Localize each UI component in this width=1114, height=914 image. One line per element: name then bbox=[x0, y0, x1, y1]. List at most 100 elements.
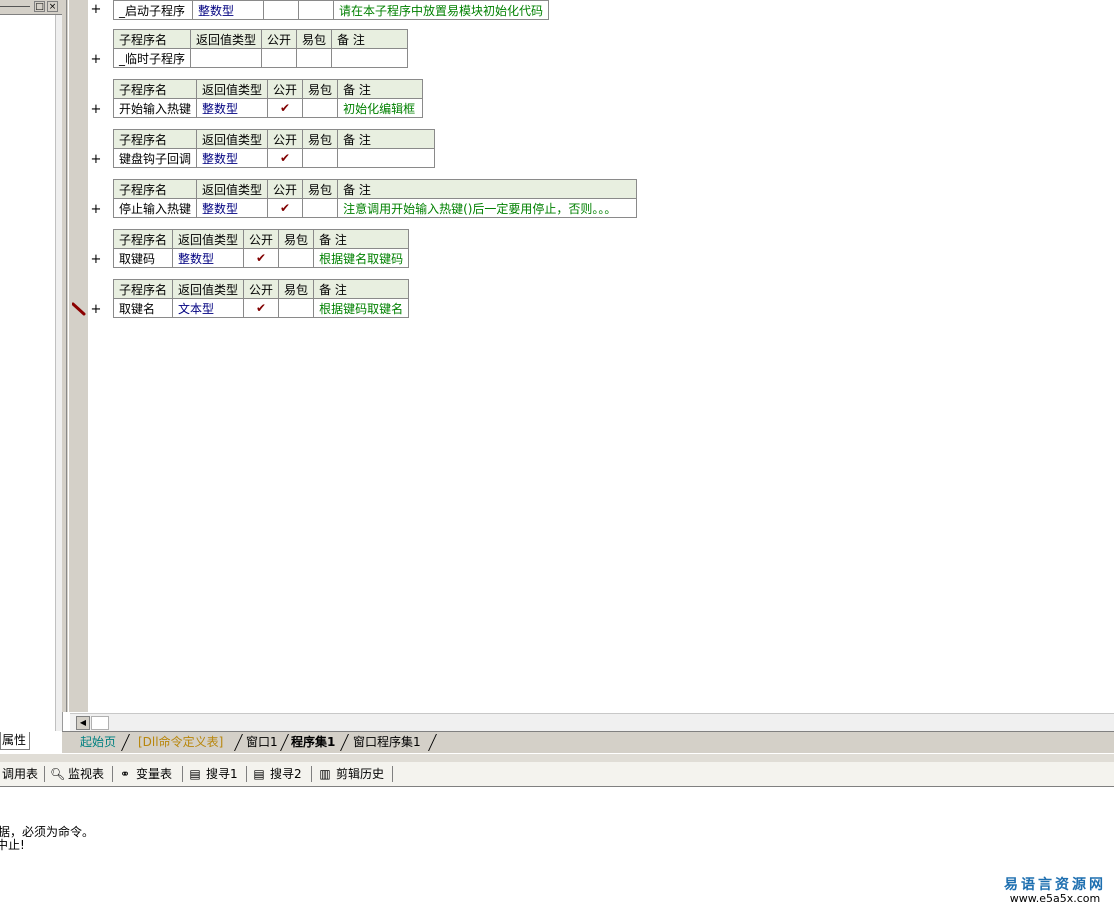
public-check-icon[interactable]: ✔ bbox=[267, 198, 304, 218]
variable-table-tab[interactable]: ⚭ 变量表 bbox=[118, 765, 172, 783]
note-cell[interactable]: 注意调用开始输入热键()后一定要用停止，否则。。。 bbox=[337, 198, 638, 218]
table-row[interactable]: 键盘钩子回调 整数型 ✔ bbox=[112, 148, 436, 168]
close-button[interactable]: × bbox=[47, 1, 58, 12]
public-check-icon[interactable]: ✔ bbox=[243, 248, 280, 268]
gutter-divider-highlight bbox=[68, 0, 69, 712]
table-row[interactable]: 停止输入热键 整数型 ✔ 注意调用开始输入热键()后一定要用停止，否则。。。 bbox=[112, 198, 638, 218]
note-cell[interactable]: 根据键名取键码 bbox=[313, 248, 410, 268]
package-cell[interactable] bbox=[302, 98, 339, 118]
header-note: 备 注 bbox=[313, 229, 410, 249]
left-panel-scrollbar[interactable] bbox=[55, 15, 62, 731]
return-type-cell[interactable]: 文本型 bbox=[172, 298, 245, 318]
table-row[interactable]: _启动子程序 整数型 请在本子程序中放置易模块初始化代码 bbox=[113, 0, 550, 20]
header-package: 易包 bbox=[278, 229, 315, 249]
proc-name-cell[interactable]: 取键码 bbox=[112, 248, 174, 268]
watch-table-label: 监视表 bbox=[68, 767, 105, 781]
expand-toggle[interactable]: + bbox=[90, 200, 102, 220]
expand-toggle[interactable]: + bbox=[90, 100, 102, 120]
table-row[interactable]: _临时子程序 bbox=[112, 48, 409, 68]
procedure-table: 子程序名 返回值类型 公开 易包 备 注 开始输入热键 整数型 ✔ 初始化编辑框 bbox=[112, 79, 424, 118]
panel-title-strip: □ × bbox=[0, 0, 62, 15]
variables-icon: ⚭ bbox=[119, 767, 131, 781]
return-type-cell[interactable]: 整数型 bbox=[196, 198, 269, 218]
restore-button[interactable]: □ bbox=[34, 1, 45, 12]
return-type-cell[interactable]: 整数型 bbox=[192, 0, 264, 20]
table-row[interactable]: 开始输入热键 整数型 ✔ 初始化编辑框 bbox=[112, 98, 424, 118]
table-header-row: 子程序名 返回值类型 公开 易包 备 注 bbox=[112, 229, 410, 249]
header-package: 易包 bbox=[296, 29, 333, 49]
search1-tab[interactable]: ▤ 搜寻1 bbox=[188, 765, 238, 783]
header-return-type: 返回值类型 bbox=[172, 229, 245, 249]
clipboard-icon: ▥ bbox=[319, 767, 331, 781]
tab-dll-commands[interactable]: [Dll命令定义表] bbox=[134, 734, 227, 751]
return-type-cell[interactable]: 整数型 bbox=[172, 248, 245, 268]
proc-name-cell[interactable]: _临时子程序 bbox=[112, 48, 192, 68]
package-cell[interactable] bbox=[298, 0, 334, 20]
proc-name-cell[interactable]: 键盘钩子回调 bbox=[112, 148, 198, 168]
title-line bbox=[0, 6, 30, 7]
variable-table-label: 变量表 bbox=[136, 767, 173, 781]
expand-toggle[interactable]: + bbox=[90, 300, 102, 320]
bottom-toolbar: 调用表 🔍︎ 监视表 ⚭ 变量表 ▤ 搜寻1 ▤ 搜寻2 ▥ 剪辑历史 bbox=[0, 762, 1114, 787]
package-cell[interactable] bbox=[302, 148, 339, 168]
package-cell[interactable] bbox=[302, 198, 339, 218]
tab-program-set1[interactable]: 程序集1 bbox=[287, 734, 339, 751]
header-public: 公开 bbox=[267, 79, 304, 99]
procedure-table: 子程序名 返回值类型 公开 易包 备 注 键盘钩子回调 整数型 ✔ bbox=[112, 129, 436, 168]
tab-divider bbox=[340, 734, 349, 751]
tab-start-page[interactable]: 起始页 bbox=[76, 734, 120, 751]
package-cell[interactable] bbox=[296, 48, 333, 68]
horizontal-scrollbar[interactable]: ◀ bbox=[70, 713, 1114, 732]
proc-name-cell[interactable]: 取键名 bbox=[112, 298, 174, 318]
scroll-thumb[interactable] bbox=[91, 716, 109, 730]
search2-tab[interactable]: ▤ 搜寻2 bbox=[252, 765, 302, 783]
table-row[interactable]: 取键码 整数型 ✔ 根据键名取键码 bbox=[112, 248, 410, 268]
left-panel: □ × bbox=[0, 0, 63, 732]
tab-window1[interactable]: 窗口1 bbox=[242, 734, 282, 751]
table-row[interactable]: 取键名 文本型 ✔ 根据键码取键名 bbox=[112, 298, 410, 318]
note-cell[interactable] bbox=[337, 148, 436, 168]
return-type-cell[interactable] bbox=[190, 48, 263, 68]
header-public: 公开 bbox=[243, 279, 280, 299]
public-cell[interactable] bbox=[263, 0, 299, 20]
expand-toggle[interactable]: + bbox=[90, 0, 102, 20]
toolbar-divider bbox=[311, 766, 312, 782]
tab-window-program-set1[interactable]: 窗口程序集1 bbox=[349, 734, 425, 751]
header-note: 备 注 bbox=[331, 29, 409, 49]
clip-history-tab[interactable]: ▥ 剪辑历史 bbox=[318, 765, 384, 783]
package-cell[interactable] bbox=[278, 248, 315, 268]
return-type-cell[interactable]: 整数型 bbox=[196, 148, 269, 168]
expand-toggle[interactable]: + bbox=[90, 250, 102, 270]
proc-name-cell[interactable]: 开始输入热键 bbox=[112, 98, 198, 118]
call-table-tab[interactable]: 调用表 bbox=[2, 765, 38, 783]
toolbar-divider bbox=[392, 766, 393, 782]
package-cell[interactable] bbox=[278, 298, 315, 318]
header-return-type: 返回值类型 bbox=[172, 279, 245, 299]
properties-tab[interactable]: 属性 bbox=[0, 732, 30, 750]
search-document-icon: ▤ bbox=[189, 767, 201, 781]
public-check-icon[interactable]: ✔ bbox=[267, 98, 304, 118]
note-cell[interactable]: 根据键码取键名 bbox=[313, 298, 410, 318]
note-cell[interactable]: 初始化编辑框 bbox=[337, 98, 424, 118]
watch-table-tab[interactable]: 🔍︎ 监视表 bbox=[50, 765, 104, 783]
public-check-icon[interactable]: ✔ bbox=[243, 298, 280, 318]
header-return-type: 返回值类型 bbox=[196, 79, 269, 99]
table-header-row: 子程序名 返回值类型 公开 易包 备 注 bbox=[112, 79, 424, 99]
search1-label: 搜寻1 bbox=[206, 767, 238, 781]
proc-name-cell[interactable]: 停止输入热键 bbox=[112, 198, 198, 218]
search2-label: 搜寻2 bbox=[270, 767, 302, 781]
output-panel[interactable]: 据，必须为命令。 中止! bbox=[0, 790, 1114, 914]
note-cell[interactable]: 请在本子程序中放置易模块初始化代码 bbox=[332, 0, 550, 20]
scroll-left-icon[interactable]: ◀ bbox=[76, 716, 90, 730]
expand-toggle[interactable]: + bbox=[90, 50, 102, 70]
proc-name-cell[interactable]: _启动子程序 bbox=[113, 0, 193, 20]
public-check-icon[interactable]: ✔ bbox=[267, 148, 304, 168]
expand-toggle[interactable]: + bbox=[90, 150, 102, 170]
tab-divider bbox=[428, 734, 437, 751]
note-cell[interactable] bbox=[331, 48, 409, 68]
public-cell[interactable] bbox=[261, 48, 298, 68]
return-type-cell[interactable]: 整数型 bbox=[196, 98, 269, 118]
tab-divider bbox=[121, 734, 130, 751]
header-name: 子程序名 bbox=[112, 279, 174, 299]
call-table-label: 调用表 bbox=[2, 767, 39, 781]
